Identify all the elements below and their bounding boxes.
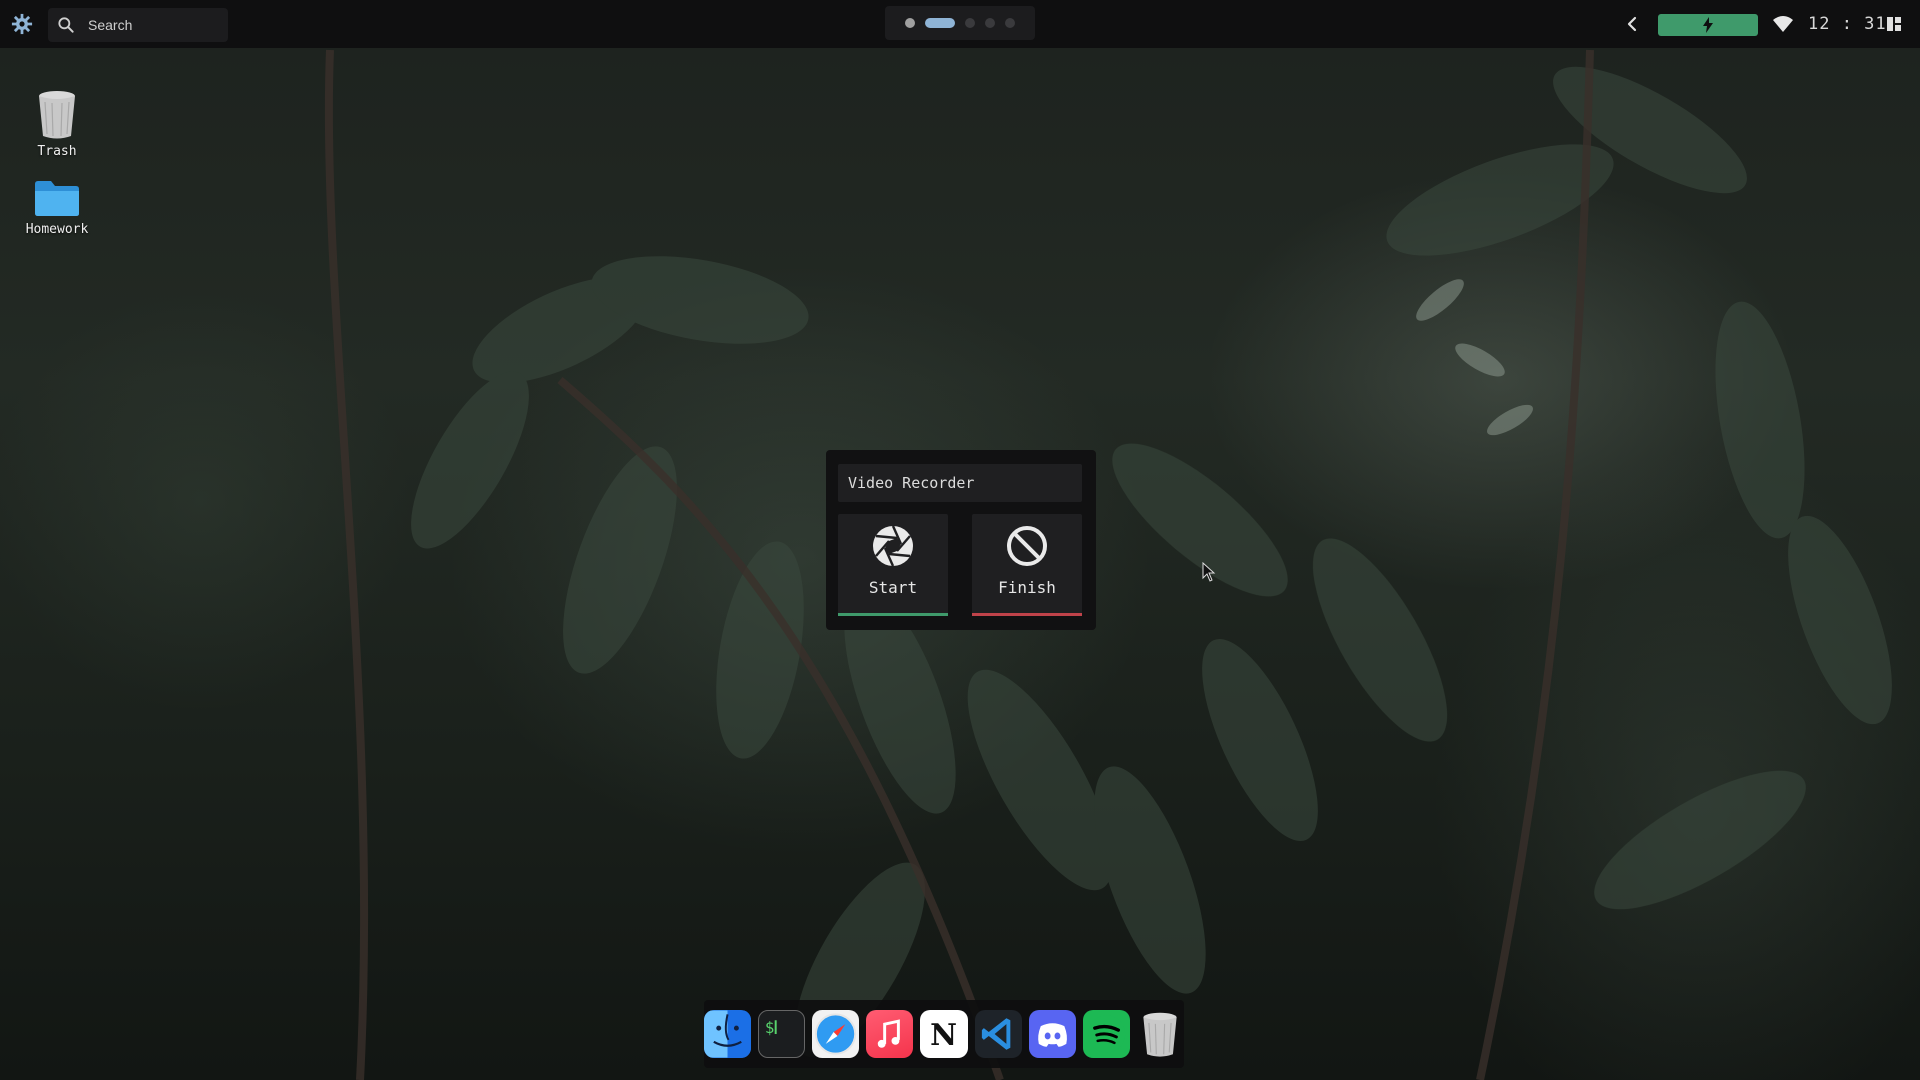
finder-icon: [704, 1010, 752, 1058]
dock-notion[interactable]: N: [920, 1010, 968, 1058]
block-icon: [1007, 526, 1047, 566]
finish-label: Finish: [998, 578, 1056, 597]
svg-text:N: N: [931, 1017, 958, 1052]
vscode-icon: [981, 1018, 1010, 1050]
clock[interactable]: 12 : 31: [1808, 12, 1887, 36]
desktop-icon-homework[interactable]: Homework: [12, 178, 102, 237]
dock-terminal[interactable]: $: [758, 1010, 806, 1058]
dock: $ N: [704, 1000, 1184, 1068]
workspace-switcher: [885, 6, 1035, 40]
layout-icon[interactable]: [1886, 16, 1902, 32]
dock-safari[interactable]: [812, 1010, 860, 1058]
svg-text:$: $: [765, 1018, 774, 1037]
dock-trash[interactable]: [1137, 1010, 1184, 1058]
wifi-icon[interactable]: [1772, 14, 1794, 34]
chevron-left-icon[interactable]: [1622, 14, 1642, 34]
mouse-cursor-icon: [1202, 562, 1216, 582]
dock-spotify[interactable]: [1082, 1010, 1130, 1058]
dock-discord[interactable]: [1028, 1010, 1076, 1058]
top-panel: 12 : 31: [0, 0, 1920, 48]
finish-accent-bar: [972, 613, 1082, 616]
music-icon: [878, 1019, 901, 1048]
app-menu-button[interactable]: [8, 10, 36, 38]
start-label: Start: [868, 578, 918, 597]
dock-music[interactable]: [866, 1010, 914, 1058]
charging-bolt-icon: [1703, 17, 1713, 33]
start-recording-button[interactable]: Start: [838, 514, 948, 616]
notion-icon: N: [931, 1017, 958, 1052]
dock-finder[interactable]: [704, 1010, 752, 1058]
trash-icon: [39, 91, 75, 139]
terminal-icon: $: [765, 1018, 777, 1037]
folder-icon: [35, 181, 79, 216]
desktop-icon-label: Trash: [37, 144, 77, 159]
search-input[interactable]: [86, 16, 220, 34]
gear-icon: [11, 13, 33, 35]
workspace-2[interactable]: [925, 18, 955, 28]
discord-icon: [1037, 1023, 1067, 1047]
workspace-1[interactable]: [905, 18, 915, 28]
recorder-title: Video Recorder: [838, 464, 1082, 502]
finish-recording-button[interactable]: Finish: [972, 514, 1082, 616]
workspace-3[interactable]: [965, 18, 975, 28]
spotify-icon: [1087, 1015, 1125, 1053]
desktop-icon-label: Homework: [25, 222, 89, 237]
trash-icon: [1143, 1012, 1178, 1057]
aperture-icon: [873, 525, 913, 567]
desktop-icon-trash[interactable]: Trash: [12, 88, 102, 159]
safari-icon: [815, 1013, 857, 1055]
workspace-4[interactable]: [985, 18, 995, 28]
workspace-5[interactable]: [1005, 18, 1015, 28]
battery-indicator[interactable]: [1658, 14, 1758, 36]
dock-vscode[interactable]: [974, 1010, 1022, 1058]
start-accent-bar: [838, 613, 948, 616]
search-icon: [58, 17, 74, 33]
video-recorder-widget: Video Recorder Start Finish: [826, 450, 1096, 630]
search-bar[interactable]: [48, 8, 228, 42]
